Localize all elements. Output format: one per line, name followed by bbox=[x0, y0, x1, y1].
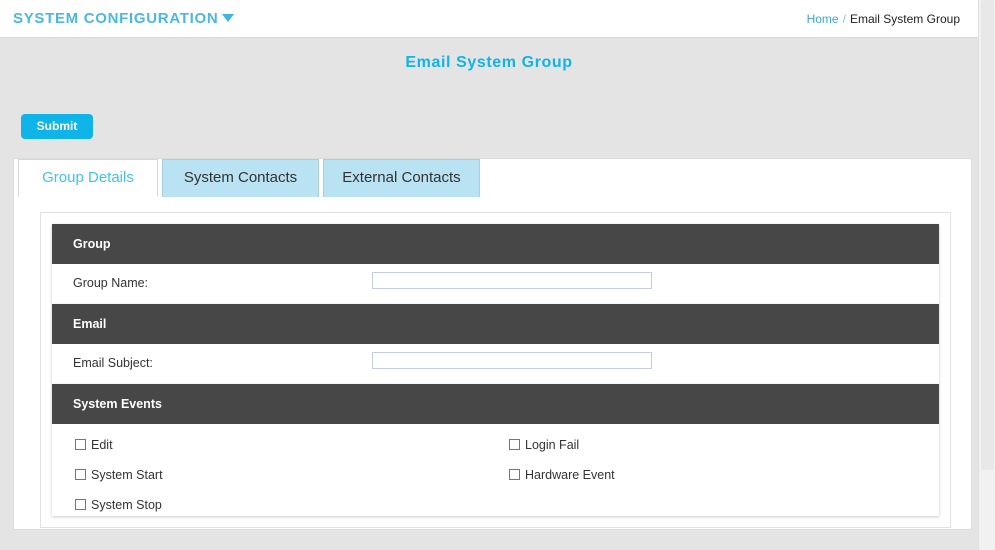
checkbox-label-hardware-event: Hardware Event bbox=[525, 468, 615, 482]
chevron-down-icon[interactable] bbox=[222, 14, 234, 22]
group-details-form-panel: Group Group Name: Email Email Subject: S… bbox=[40, 212, 951, 528]
section-header-system-events: System Events bbox=[52, 384, 939, 424]
page-title: Email System Group bbox=[405, 54, 573, 71]
section-email: Email Email Subject: bbox=[52, 304, 939, 384]
checkbox-label-login-fail: Login Fail bbox=[525, 438, 580, 452]
page-scrollbar-thumb[interactable] bbox=[981, 0, 994, 470]
breadcrumb-separator: / bbox=[842, 12, 846, 26]
checkbox-item-login-fail[interactable]: Login Fail bbox=[509, 438, 579, 452]
checkbox-item-edit[interactable]: Edit bbox=[75, 438, 113, 452]
main-content-panel: Group Group Name: Email Email Subject: S… bbox=[13, 158, 972, 530]
checkbox-icon-hardware-event[interactable] bbox=[509, 469, 520, 480]
submit-button[interactable]: Submit bbox=[21, 114, 93, 139]
group-name-label: Group Name: bbox=[73, 276, 149, 290]
tab-system-contacts[interactable]: System Contacts bbox=[162, 159, 319, 197]
section-header-group: Group bbox=[52, 224, 939, 264]
tab-bar: Group Details System Contacts External C… bbox=[13, 159, 972, 197]
group-name-input[interactable] bbox=[372, 272, 652, 289]
section-body-email: Email Subject: bbox=[52, 344, 939, 384]
form-row-group-name: Group Name: bbox=[52, 264, 939, 304]
email-subject-input[interactable] bbox=[372, 352, 652, 369]
checkbox-label-system-stop: System Stop bbox=[91, 498, 162, 512]
checkbox-label-edit: Edit bbox=[91, 438, 113, 452]
section-group: Group Group Name: bbox=[52, 224, 939, 304]
tab-external-contacts[interactable]: External Contacts bbox=[323, 159, 480, 197]
checkbox-label-system-start: System Start bbox=[91, 468, 163, 482]
breadcrumb-home-link[interactable]: Home bbox=[807, 12, 839, 26]
breadcrumb-current: Email System Group bbox=[849, 12, 960, 26]
form-row-email-subject: Email Subject: bbox=[52, 344, 939, 384]
checkbox-icon-system-stop[interactable] bbox=[75, 499, 86, 510]
checkbox-item-system-stop[interactable]: System Stop bbox=[75, 498, 162, 512]
section-header-email: Email bbox=[52, 304, 939, 344]
top-navigation-bar: SYSTEM CONFIGURATION Home / Email System G… bbox=[0, 0, 978, 38]
section-body-group: Group Name: bbox=[52, 264, 939, 304]
checkbox-item-system-start[interactable]: System Start bbox=[75, 468, 163, 482]
checkbox-icon-login-fail[interactable] bbox=[509, 439, 520, 450]
app-brand-title: SYSTEM CONFIGURATION bbox=[13, 10, 219, 27]
checkbox-icon-edit[interactable] bbox=[75, 439, 86, 450]
checkbox-item-hardware-event[interactable]: Hardware Event bbox=[509, 468, 615, 482]
section-system-events: System Events Edit System Start System S… bbox=[52, 384, 939, 516]
email-subject-label: Email Subject: bbox=[73, 356, 153, 370]
section-body-system-events: Edit System Start System Stop Login Fail… bbox=[52, 424, 939, 516]
page-scrollbar[interactable] bbox=[978, 0, 995, 550]
checkbox-icon-system-start[interactable] bbox=[75, 469, 86, 480]
breadcrumb: Home / Email System Group bbox=[807, 12, 960, 26]
tab-group-details[interactable]: Group Details bbox=[18, 159, 158, 197]
